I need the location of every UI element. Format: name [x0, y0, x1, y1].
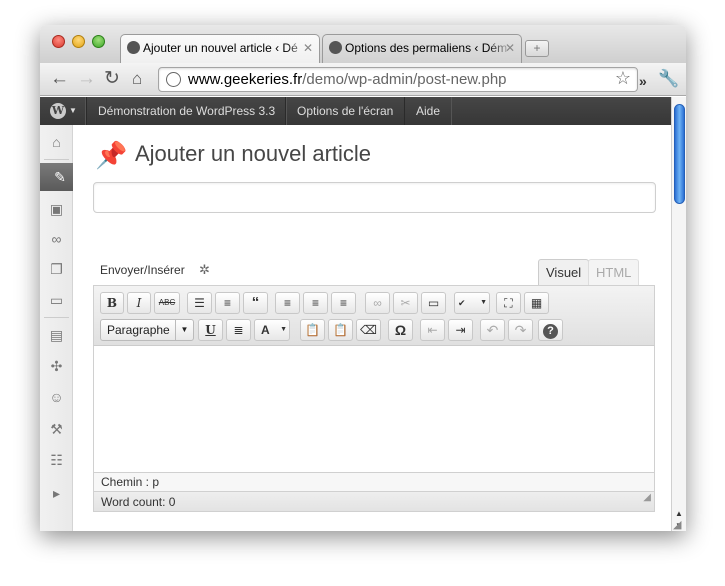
wp-logo-menu[interactable]: W ▼	[40, 97, 86, 125]
unlink-icon[interactable]: ✂	[393, 292, 418, 314]
tab-strip: Ajouter un nouvel article ‹ Dé ✕ Options…	[40, 25, 686, 63]
appearance-icon[interactable]: ▤	[40, 321, 73, 349]
help-icon[interactable]: ?	[538, 319, 563, 341]
strikethrough-button[interactable]: ABC	[154, 292, 180, 314]
redo-icon[interactable]: ↷	[508, 319, 533, 341]
wordpress-favicon-icon	[329, 41, 342, 54]
bold-button[interactable]: B	[100, 292, 124, 314]
minimize-window-button[interactable]	[72, 35, 85, 48]
close-window-button[interactable]	[52, 35, 65, 48]
back-arrow-icon[interactable]: ←	[50, 68, 69, 90]
text-color-button[interactable]: A ▼	[254, 319, 290, 341]
wp-admin-bar: W ▼ Démonstration de WordPress 3.3 Optio…	[40, 97, 671, 125]
chevron-down-icon: ▼	[69, 106, 77, 115]
underline-button[interactable]: U	[198, 319, 223, 341]
page-title: Ajouter un nouvel article	[135, 141, 372, 166]
address-bar[interactable]: www.geekeries.fr/demo/wp-admin/post-new.…	[158, 67, 638, 92]
indent-icon[interactable]: ⇥	[448, 319, 473, 341]
url-text: www.geekeries.fr/demo/wp-admin/post-new.…	[188, 71, 507, 88]
element-path: Chemin : p	[93, 472, 655, 492]
chevron-down-icon: ▼	[280, 326, 287, 333]
insert-link-icon[interactable]: ∞	[365, 292, 390, 314]
wrench-icon[interactable]: 🔧	[658, 68, 679, 90]
screen-options-link[interactable]: Options de l'écran	[285, 97, 406, 125]
browser-toolbar: ← → ↻ ⌂ www.geekeries.fr/demo/wp-admin/p…	[40, 63, 686, 96]
extensions-chevron-icon[interactable]: »	[639, 70, 647, 92]
chevron-down-icon: ▼	[175, 320, 193, 340]
window-resize-icon[interactable]: ◢	[673, 518, 681, 531]
plugins-icon[interactable]: ✣	[40, 352, 73, 380]
bookmark-star-icon[interactable]: ☆	[615, 68, 631, 89]
zoom-window-button[interactable]	[92, 35, 105, 48]
numbered-list-icon[interactable]: ≡	[215, 292, 240, 314]
site-name-link[interactable]: Démonstration de WordPress 3.3	[86, 97, 288, 125]
align-right-icon[interactable]: ≡	[331, 292, 356, 314]
collapse-menu-icon[interactable]: ▸	[40, 479, 73, 507]
browser-window: Ajouter un nouvel article ‹ Dé ✕ Options…	[40, 25, 686, 531]
tab-label: Options des permaliens ‹ Dém	[345, 41, 508, 55]
word-count: Word count: 0	[101, 495, 176, 509]
insert-more-icon[interactable]: ▭	[421, 292, 446, 314]
add-media-icon[interactable]: ✲	[199, 262, 210, 278]
scrollbar-thumb[interactable]	[674, 104, 685, 204]
settings-icon[interactable]: ☷	[40, 446, 73, 474]
users-icon[interactable]: ☺	[40, 383, 73, 411]
kitchen-sink-icon[interactable]: ▦	[524, 292, 549, 314]
clear-formatting-icon[interactable]: ⌫	[356, 319, 381, 341]
fullscreen-icon[interactable]: ⛶	[496, 292, 521, 314]
close-tab-icon[interactable]: ✕	[303, 35, 313, 61]
tab-label: Ajouter un nouvel article ‹ Dé	[143, 41, 298, 55]
forward-arrow-icon[interactable]: →	[77, 68, 96, 90]
paste-text-icon[interactable]: 📋	[300, 319, 325, 341]
italic-button[interactable]: I	[127, 292, 151, 314]
tab-html[interactable]: HTML	[588, 259, 640, 285]
chevron-down-icon: ▼	[480, 299, 487, 306]
dashboard-icon[interactable]: ⌂	[40, 128, 73, 156]
spellcheck-button[interactable]: ✔ ▼	[454, 292, 490, 314]
admin-sidebar: ⌂ ✎ ▣ ∞ ❐ ▭ ▤ ✣ ☺ ⚒ ☷ ▸	[40, 125, 80, 531]
browser-tab-new-post[interactable]: Ajouter un nouvel article ‹ Dé ✕	[120, 34, 320, 63]
justify-icon[interactable]: ≣	[226, 319, 251, 341]
align-left-icon[interactable]: ≡	[275, 292, 300, 314]
help-link[interactable]: Aide	[404, 97, 453, 125]
align-center-icon[interactable]: ≡	[303, 292, 328, 314]
home-icon[interactable]: ⌂	[132, 68, 142, 90]
bullet-list-icon[interactable]: ☰	[187, 292, 212, 314]
page-scrollbar[interactable]: ▲ ▼	[671, 97, 686, 531]
browser-tab-permalinks[interactable]: Options des permaliens ‹ Dém ✕	[322, 34, 522, 63]
upload-insert-label: Envoyer/Insérer	[100, 263, 185, 277]
tools-icon[interactable]: ⚒	[40, 415, 73, 443]
paste-word-icon[interactable]: 📋	[328, 319, 353, 341]
scroll-up-icon[interactable]: ▲	[675, 509, 683, 518]
wordpress-logo-icon: W	[50, 103, 66, 119]
links-icon[interactable]: ∞	[40, 225, 73, 253]
pages-icon[interactable]: ❐	[40, 255, 73, 283]
blockquote-icon[interactable]: “	[243, 292, 268, 314]
main-content: 📌 Ajouter un nouvel article Envoyer/Insé…	[73, 125, 671, 531]
undo-icon[interactable]: ↶	[480, 319, 505, 341]
editor-body[interactable]	[93, 346, 655, 472]
resize-grip-icon[interactable]: ◢	[643, 488, 651, 508]
media-icon[interactable]: ▣	[40, 195, 73, 223]
pushpin-icon: 📌	[95, 140, 128, 170]
reload-icon[interactable]: ↻	[104, 68, 120, 90]
post-title-input[interactable]	[93, 182, 656, 213]
wordpress-favicon-icon	[127, 41, 140, 54]
tab-visual[interactable]: Visuel	[538, 259, 590, 285]
special-character-icon[interactable]: Ω	[388, 319, 413, 341]
close-tab-icon[interactable]: ✕	[505, 35, 515, 61]
format-select[interactable]: Paragraphe ▼	[100, 319, 194, 341]
editor-toolbar: B I ABC ☰ ≡ “ ≡ ≡ ≡ ∞ ✂ ▭ ✔ ▼ ⛶ ▦ Paragra…	[93, 285, 655, 346]
word-count-bar: Word count: 0 ◢	[93, 492, 655, 512]
comments-icon[interactable]: ▭	[40, 286, 73, 314]
globe-icon	[166, 72, 181, 87]
outdent-icon[interactable]: ⇤	[420, 319, 445, 341]
new-tab-button[interactable]: +	[525, 40, 549, 57]
